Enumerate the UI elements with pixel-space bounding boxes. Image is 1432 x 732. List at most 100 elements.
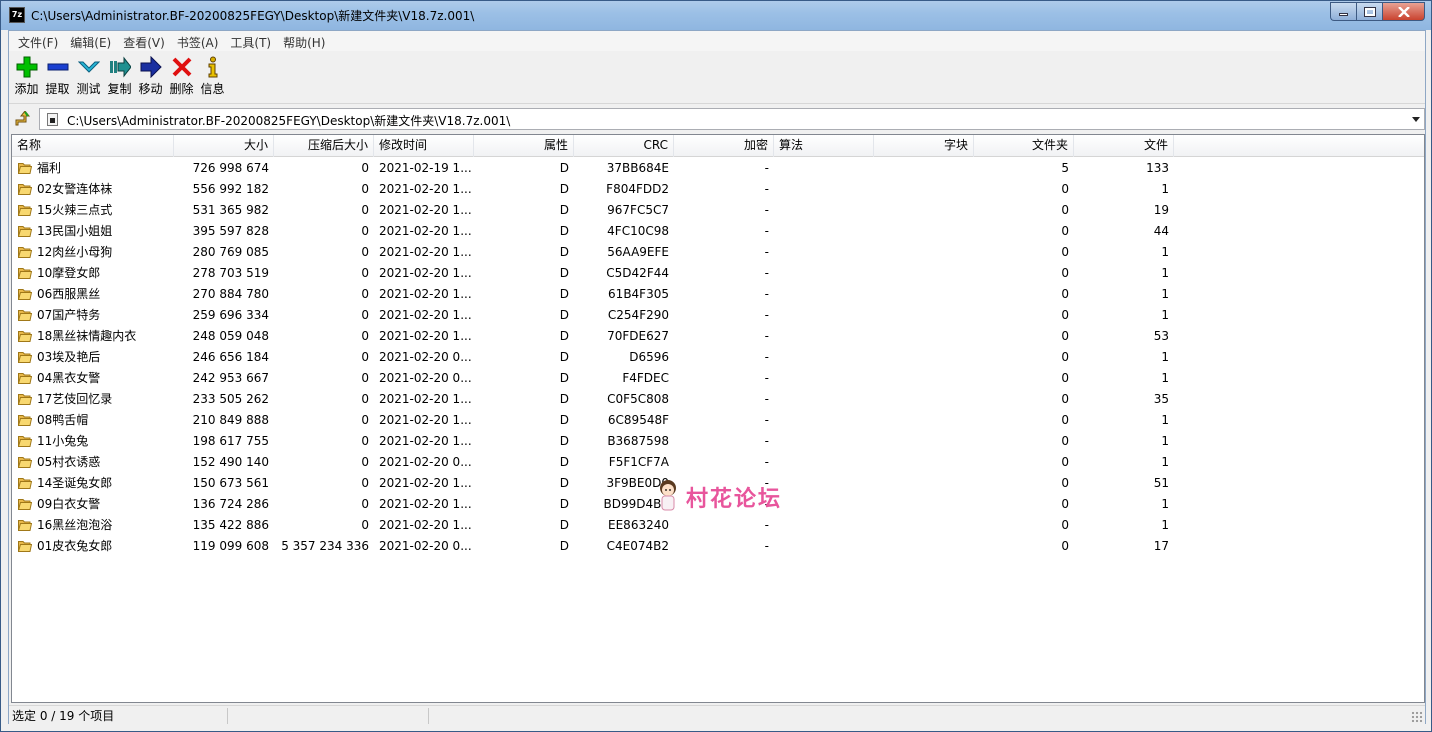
cell-files: 19	[1153, 203, 1169, 217]
table-row[interactable]: 01皮衣兔女郎 119 099 608 5 357 234 336 2021-02-2…	[12, 536, 1424, 557]
table-row[interactable]: 17艺伎回忆录 233 505 262 0 2021-02-20 1... D C0F5C…	[12, 389, 1424, 410]
file-list[interactable]: 名称 大小 压缩后大小 修改时间 属性 CRC 加密 算法 字块 文件夹 文件 …	[11, 134, 1425, 703]
resize-grip[interactable]	[1411, 711, 1423, 723]
cell-files: 53	[1153, 329, 1169, 343]
cell-block	[874, 263, 974, 284]
up-folder-button[interactable]	[12, 110, 34, 128]
extract-button[interactable]: 提取	[42, 52, 73, 103]
menu-help[interactable]: 帮助(H)	[277, 31, 331, 51]
chevron-down-icon[interactable]	[1412, 117, 1420, 122]
column-header-size[interactable]: 大小	[174, 135, 274, 157]
add-icon	[15, 56, 39, 78]
cell-crc: 70FDE627	[607, 329, 669, 343]
column-header-encrypted[interactable]: 加密	[674, 135, 774, 157]
cell-packed: 0	[361, 476, 369, 490]
folder-icon	[18, 184, 32, 195]
cell-block	[874, 347, 974, 368]
column-header-attr[interactable]: 属性	[474, 135, 574, 157]
menu-tools[interactable]: 工具(T)	[224, 31, 277, 51]
cell-mtime: 2021-02-20 0...	[379, 371, 472, 385]
cell-size: 259 696 334	[192, 308, 269, 322]
cell-method	[774, 221, 874, 242]
cell-encrypted: -	[764, 203, 769, 217]
maximize-button[interactable]	[1356, 2, 1382, 21]
minimize-button[interactable]	[1330, 2, 1356, 21]
cell-name: 02女警连体袜	[37, 182, 113, 196]
cell-attr: D	[559, 413, 569, 427]
column-header-files[interactable]: 文件	[1074, 135, 1174, 157]
list-header: 名称 大小 压缩后大小 修改时间 属性 CRC 加密 算法 字块 文件夹 文件	[12, 135, 1424, 157]
cell-method	[774, 200, 874, 221]
table-row[interactable]: 福利 726 998 674 0 2021-02-19 1... D 37BB684E - 5…	[12, 158, 1424, 179]
cell-attr: D	[559, 287, 569, 301]
cell-mtime: 2021-02-20 1...	[379, 413, 472, 427]
delete-button[interactable]: 删除	[166, 52, 197, 103]
menu-edit[interactable]: 编辑(E)	[64, 31, 117, 51]
folder-icon	[18, 436, 32, 447]
cell-crc: 4FC10C98	[607, 224, 669, 238]
cell-size: 136 724 286	[192, 497, 269, 511]
cell-method	[774, 347, 874, 368]
table-row[interactable]: 02女警连体袜 556 992 182 0 2021-02-20 1... D F804F…	[12, 179, 1424, 200]
title-bar[interactable]: 7z C:\Users\Administrator.BF-20200825FEG…	[1, 1, 1431, 30]
folder-icon	[18, 457, 32, 468]
address-bar: C:\Users\Administrator.BF-20200825FEGY\D…	[9, 106, 1425, 132]
cell-method	[774, 410, 874, 431]
status-section-3	[430, 708, 630, 724]
table-row[interactable]: 14圣诞兔女郎 150 673 561 0 2021-02-20 1... D 3F9BE…	[12, 473, 1424, 494]
column-header-name[interactable]: 名称	[12, 135, 174, 157]
cell-method	[774, 263, 874, 284]
column-header-mtime[interactable]: 修改时间	[374, 135, 474, 157]
table-row[interactable]: 05村衣诱惑 152 490 140 0 2021-02-20 0... D F5F1CF…	[12, 452, 1424, 473]
cell-name: 03埃及艳后	[37, 350, 101, 364]
table-row[interactable]: 13民国小姐姐 395 597 828 0 2021-02-20 1... D 4FC10…	[12, 221, 1424, 242]
cell-name: 15火辣三点式	[37, 203, 113, 217]
cell-block	[874, 473, 974, 494]
address-input[interactable]: C:\Users\Administrator.BF-20200825FEGY\D…	[39, 108, 1425, 130]
folder-icon	[18, 478, 32, 489]
cell-mtime: 2021-02-20 1...	[379, 203, 472, 217]
move-button[interactable]: 移动	[135, 52, 166, 103]
cell-crc: 61B4F305	[608, 287, 669, 301]
menu-bookmarks[interactable]: 书签(A)	[171, 31, 225, 51]
table-row[interactable]: 06西服黑丝 270 884 780 0 2021-02-20 1... D 61B4F3…	[12, 284, 1424, 305]
table-row[interactable]: 08鸭舌帽 210 849 888 0 2021-02-20 1... D 6C89548…	[12, 410, 1424, 431]
table-row[interactable]: 15火辣三点式 531 365 982 0 2021-02-20 1... D 967FC…	[12, 200, 1424, 221]
cell-size: 248 059 048	[192, 329, 269, 343]
cell-mtime: 2021-02-20 0...	[379, 350, 472, 364]
table-row[interactable]: 10摩登女郎 278 703 519 0 2021-02-20 1... D C5D42F…	[12, 263, 1424, 284]
cell-method	[774, 368, 874, 389]
table-row[interactable]: 03埃及艳后 246 656 184 0 2021-02-20 0... D D6596 -…	[12, 347, 1424, 368]
menu-view[interactable]: 查看(V)	[117, 31, 171, 51]
column-header-method[interactable]: 算法	[774, 135, 874, 157]
close-button[interactable]	[1382, 2, 1425, 21]
cell-crc: C4E074B2	[606, 539, 669, 553]
cell-crc: F4FDEC	[622, 371, 669, 385]
column-header-block[interactable]: 字块	[874, 135, 974, 157]
cell-files: 1	[1161, 266, 1169, 280]
cell-files: 17	[1153, 539, 1169, 553]
test-button[interactable]: 测试	[73, 52, 104, 103]
cell-size: 152 490 140	[192, 455, 269, 469]
column-header-packed[interactable]: 压缩后大小	[274, 135, 374, 157]
column-header-crc[interactable]: CRC	[574, 135, 674, 157]
table-row[interactable]: 12肉丝小母狗 280 769 085 0 2021-02-20 1... D 56AA9…	[12, 242, 1424, 263]
cell-mtime: 2021-02-20 1...	[379, 476, 472, 490]
column-header-folders[interactable]: 文件夹	[974, 135, 1074, 157]
table-row[interactable]: 16黑丝泡泡浴 135 422 886 0 2021-02-20 1... D EE863…	[12, 515, 1424, 536]
folder-icon	[18, 352, 32, 363]
table-row[interactable]: 04黑衣女警 242 953 667 0 2021-02-20 0... D F4FDEC…	[12, 368, 1424, 389]
info-button[interactable]: 信息	[197, 52, 228, 103]
cell-crc: EE863240	[608, 518, 669, 532]
copy-button[interactable]: 复制	[104, 52, 135, 103]
table-row[interactable]: 18黑丝袜情趣内衣 248 059 048 0 2021-02-20 1... D 70F…	[12, 326, 1424, 347]
menu-file[interactable]: 文件(F)	[12, 31, 64, 51]
table-row[interactable]: 07国产特务 259 696 334 0 2021-02-20 1... D C254F2…	[12, 305, 1424, 326]
cell-mtime: 2021-02-20 1...	[379, 308, 472, 322]
cell-crc: B3687598	[607, 434, 669, 448]
table-row[interactable]: 11小兔兔 198 617 755 0 2021-02-20 1... D B368759…	[12, 431, 1424, 452]
test-icon	[77, 57, 101, 77]
table-row[interactable]: 09白衣女警 136 724 286 0 2021-02-20 1... D BD99D4…	[12, 494, 1424, 515]
cell-encrypted: -	[764, 350, 769, 364]
add-button[interactable]: 添加	[11, 52, 42, 103]
